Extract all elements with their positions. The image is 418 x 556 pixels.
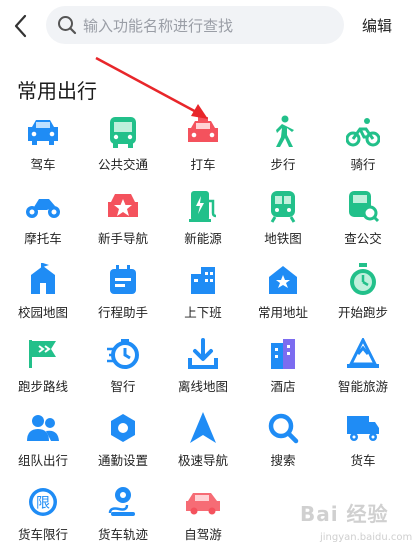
commute-building-icon bbox=[183, 260, 223, 300]
calendar-icon bbox=[103, 260, 143, 300]
feature-label: 智能旅游 bbox=[337, 379, 388, 394]
feature-label: 驾车 bbox=[30, 157, 56, 172]
settings-icon bbox=[103, 408, 143, 448]
search-circle-icon bbox=[263, 408, 303, 448]
feature-item[interactable]: 智行 bbox=[83, 334, 163, 408]
feature-label: 骑行 bbox=[350, 157, 376, 172]
truck-icon bbox=[343, 408, 383, 448]
feature-item[interactable]: 摩托车 bbox=[3, 186, 83, 260]
download-icon bbox=[183, 334, 223, 374]
feature-label: 行程助手 bbox=[97, 305, 148, 320]
feature-label: 通勤设置 bbox=[97, 453, 148, 468]
feature-label: 公共交通 bbox=[97, 157, 148, 172]
feature-item[interactable]: 公共交通 bbox=[83, 112, 163, 186]
feature-label: 离线地图 bbox=[177, 379, 228, 394]
feature-label: 酒店 bbox=[270, 379, 296, 394]
feature-label: 组队出行 bbox=[17, 453, 68, 468]
smart-travel-icon bbox=[103, 334, 143, 374]
novice-car-icon bbox=[103, 186, 143, 226]
feature-item[interactable]: 货车轨迹 bbox=[83, 482, 163, 556]
feature-item[interactable]: 通勤设置 bbox=[83, 408, 163, 482]
feature-item[interactable]: 地铁图 bbox=[243, 186, 323, 260]
feature-label: 摩托车 bbox=[24, 231, 62, 246]
feature-label: 自驾游 bbox=[184, 527, 222, 542]
star-home-icon bbox=[263, 260, 303, 300]
bike-icon bbox=[343, 112, 383, 152]
feature-label: 步行 bbox=[270, 157, 296, 172]
feature-item[interactable]: 组队出行 bbox=[3, 408, 83, 482]
feature-item[interactable]: 上下班 bbox=[163, 260, 243, 334]
flag-icon bbox=[23, 334, 63, 374]
feature-item[interactable]: 步行 bbox=[243, 112, 323, 186]
feature-label: 常用地址 bbox=[257, 305, 308, 320]
walk-icon bbox=[263, 112, 303, 152]
feature-item[interactable]: 跑步路线 bbox=[3, 334, 83, 408]
car-icon bbox=[23, 112, 63, 152]
feature-label: 极速导航 bbox=[177, 453, 228, 468]
feature-label: 新手导航 bbox=[97, 231, 148, 246]
feature-label: 查公交 bbox=[344, 231, 382, 246]
navigation-arrow-icon bbox=[183, 408, 223, 448]
feature-item[interactable]: 智能旅游 bbox=[323, 334, 403, 408]
search-input[interactable]: 输入功能名称进行查找 bbox=[46, 6, 344, 44]
edit-button[interactable]: 编辑 bbox=[362, 15, 392, 36]
feature-label: 校园地图 bbox=[17, 305, 68, 320]
bus-icon bbox=[103, 112, 143, 152]
search-placeholder: 输入功能名称进行查找 bbox=[83, 16, 234, 35]
watermark: Bai 经验 bbox=[300, 502, 389, 526]
feature-item[interactable]: 校园地图 bbox=[3, 260, 83, 334]
campus-icon bbox=[23, 260, 63, 300]
feature-item[interactable]: 驾车 bbox=[3, 112, 83, 186]
feature-label: 货车 bbox=[350, 453, 376, 468]
feature-item[interactable]: 搜索 bbox=[243, 408, 323, 482]
feature-item[interactable]: 酒店 bbox=[243, 334, 323, 408]
feature-item[interactable]: 行程助手 bbox=[83, 260, 163, 334]
svg-text:限: 限 bbox=[36, 496, 50, 512]
watermark-sub: jingyan.baidu.com bbox=[320, 532, 413, 543]
feature-label: 上下班 bbox=[184, 305, 222, 320]
chevron-left-icon bbox=[14, 14, 27, 38]
feature-item[interactable]: 极速导航 bbox=[163, 408, 243, 482]
restriction-icon: 限 bbox=[23, 482, 63, 522]
feature-label: 跑步路线 bbox=[17, 379, 68, 394]
section-title: 常用出行 bbox=[17, 79, 97, 103]
feature-item[interactable]: 自驾游 bbox=[163, 482, 243, 556]
feature-item[interactable]: 开始跑步 bbox=[323, 260, 403, 334]
feature-label: 智行 bbox=[110, 379, 136, 394]
motorcycle-icon bbox=[23, 186, 63, 226]
feature-item[interactable]: 查公交 bbox=[323, 186, 403, 260]
travel-icon bbox=[343, 334, 383, 374]
feature-item[interactable]: 离线地图 bbox=[163, 334, 243, 408]
feature-label: 货车轨迹 bbox=[97, 527, 148, 542]
feature-item[interactable]: 常用地址 bbox=[243, 260, 323, 334]
feature-item[interactable]: 货车 bbox=[323, 408, 403, 482]
top-bar: 输入功能名称进行查找 编辑 bbox=[0, 0, 418, 52]
search-icon bbox=[57, 15, 77, 35]
hotel-icon bbox=[263, 334, 303, 374]
feature-grid: 驾车 公共交通 打车 步行 骑行摩托车 新手导航 新能源 地铁图 查公交校园地图 行程助手 上下班 常… bbox=[3, 112, 403, 556]
feature-label: 新能源 bbox=[184, 231, 222, 246]
taxi-icon bbox=[183, 112, 223, 152]
feature-label: 搜索 bbox=[270, 453, 296, 468]
feature-item[interactable]: 骑行 bbox=[323, 112, 403, 186]
feature-item[interactable]: 限货车限行 bbox=[3, 482, 83, 556]
subway-icon bbox=[263, 186, 303, 226]
road-trip-car-icon bbox=[183, 482, 223, 522]
feature-label: 打车 bbox=[190, 157, 216, 172]
feature-label: 开始跑步 bbox=[337, 305, 388, 320]
charging-pile-icon bbox=[183, 186, 223, 226]
stopwatch-icon bbox=[343, 260, 383, 300]
feature-item[interactable]: 新能源 bbox=[163, 186, 243, 260]
track-icon bbox=[103, 482, 143, 522]
feature-item[interactable]: 打车 bbox=[163, 112, 243, 186]
bus-search-icon bbox=[343, 186, 383, 226]
feature-label: 货车限行 bbox=[17, 527, 68, 542]
feature-item[interactable]: 新手导航 bbox=[83, 186, 163, 260]
back-button[interactable] bbox=[8, 12, 32, 40]
group-icon bbox=[23, 408, 63, 448]
feature-label: 地铁图 bbox=[264, 231, 302, 246]
